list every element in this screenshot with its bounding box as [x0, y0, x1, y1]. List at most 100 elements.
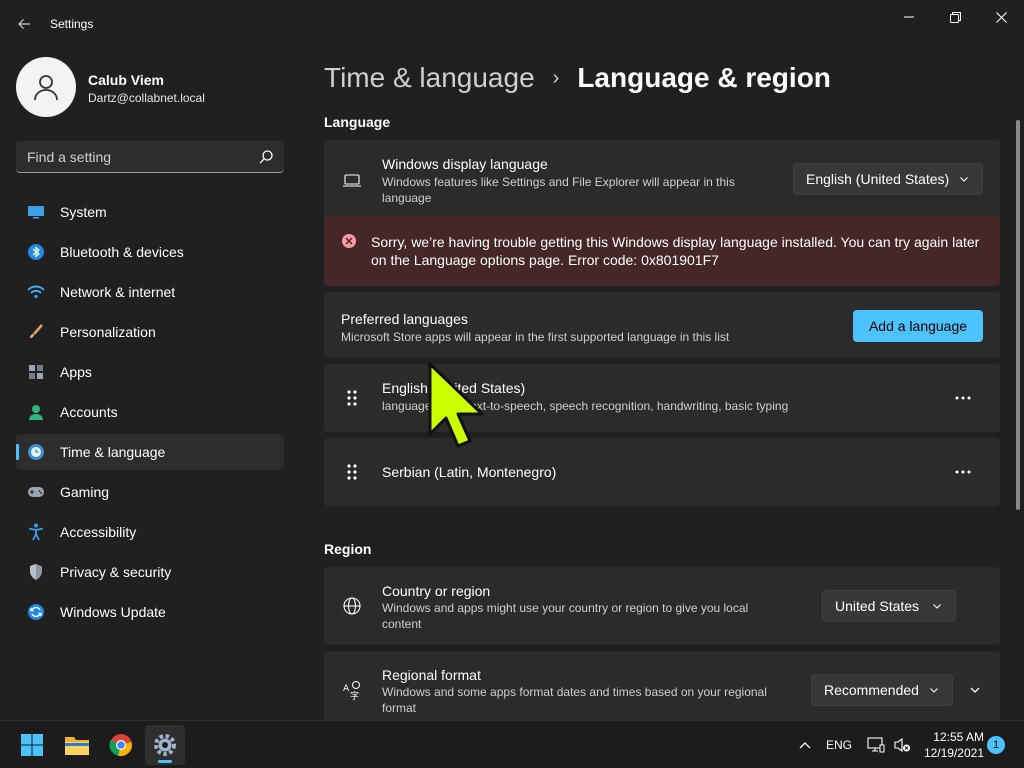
sidebar-item-label: Privacy & security: [60, 564, 172, 580]
back-button[interactable]: [10, 10, 38, 38]
close-button[interactable]: [978, 4, 1024, 30]
time-language-icon: [26, 442, 46, 462]
more-options-button[interactable]: [948, 383, 978, 413]
breadcrumb-parent[interactable]: Time & language: [324, 62, 535, 94]
bluetooth-icon: [26, 242, 46, 262]
sidebar-item-label: System: [60, 204, 107, 220]
regional-format-dropdown[interactable]: Recommended: [811, 674, 953, 706]
display-language-card: Windows display language Windows feature…: [324, 140, 1000, 216]
drag-handle-icon[interactable]: [344, 388, 360, 408]
preferred-languages-card: Preferred languages Microsoft Store apps…: [324, 292, 1000, 358]
user-icon: [34, 75, 58, 101]
input-language-indicator[interactable]: ENG: [824, 735, 854, 755]
sidebar-item-privacy-security[interactable]: Privacy & security: [16, 554, 284, 590]
accessibility-icon: [26, 522, 46, 542]
sidebar-item-label: Apps: [60, 364, 92, 380]
regional-format-value: Recommended: [824, 682, 919, 698]
sidebar-item-label: Network & internet: [60, 284, 176, 300]
region-section-title: Region: [324, 541, 372, 557]
search-box[interactable]: [16, 141, 284, 173]
search-input[interactable]: [16, 141, 246, 172]
sidebar-item-label: Windows Update: [60, 604, 166, 620]
sidebar-item-accessibility[interactable]: Accessibility: [16, 514, 284, 550]
sidebar-item-system[interactable]: System: [16, 194, 284, 230]
country-region-title: Country or region: [382, 583, 491, 599]
sidebar-item-bluetooth-devices[interactable]: Bluetooth & devices: [16, 234, 284, 270]
sidebar-item-label: Personalization: [60, 324, 156, 340]
system-icon: [26, 202, 46, 222]
sidebar-item-windows-update[interactable]: Windows Update: [16, 594, 284, 630]
sidebar-item-network-internet[interactable]: Network & internet: [16, 274, 284, 310]
windows-update-icon: [26, 602, 46, 622]
drag-handle-icon[interactable]: [344, 462, 360, 482]
add-language-button[interactable]: Add a language: [853, 310, 983, 342]
avatar: [16, 57, 76, 117]
shield-icon: [26, 562, 46, 582]
display-language-description: Windows features like Settings and File …: [382, 175, 735, 205]
breadcrumb: Time & language › Language & region: [324, 58, 831, 98]
minimize-button[interactable]: [886, 4, 932, 30]
app-title: Settings: [50, 17, 94, 31]
brush-icon: [26, 322, 46, 342]
display-language-title: Windows display language: [382, 156, 548, 172]
sidebar-item-label: Gaming: [60, 484, 110, 500]
country-region-card: Country or region Windows and apps might…: [324, 567, 1000, 645]
more-icon: [955, 470, 971, 474]
error-icon: [342, 234, 356, 248]
clock-date: 12/19/2021: [923, 746, 984, 760]
chevron-down-icon: [960, 177, 968, 182]
back-arrow-icon: [18, 19, 30, 29]
apps-icon: [26, 362, 46, 382]
profile-email: Dartz@collabnet.local: [88, 91, 205, 105]
language-section-title: Language: [324, 114, 391, 130]
sidebar-item-gaming[interactable]: Gaming: [16, 474, 284, 510]
user-profile[interactable]: Calub Viem Dartz@collabnet.local: [16, 56, 296, 118]
sidebar-item-accounts[interactable]: Accounts: [16, 394, 284, 430]
sidebar-item-label: Accessibility: [60, 524, 137, 540]
mouse-cursor-icon: [428, 362, 484, 448]
show-hidden-icons-button[interactable]: [796, 735, 814, 755]
volume-muted-icon[interactable]: [892, 735, 912, 755]
taskbar-clock[interactable]: 12:55 AM 12/19/2021: [922, 729, 984, 761]
country-region-dropdown[interactable]: United States: [822, 590, 956, 622]
sidebar-item-label: Time & language: [60, 444, 166, 460]
regional-format-title: Regional format: [382, 667, 481, 683]
globe-icon: [342, 596, 362, 616]
error-message: Sorry, we’re having trouble getting this…: [371, 234, 980, 268]
chevron-down-icon: [970, 687, 980, 693]
settings-taskbar-button[interactable]: [145, 725, 185, 765]
more-icon: [955, 396, 971, 400]
accounts-icon: [26, 402, 46, 422]
sidebar-item-personalization[interactable]: Personalization: [16, 314, 284, 350]
expand-button[interactable]: [960, 675, 990, 705]
chrome-button[interactable]: [101, 725, 141, 765]
restore-button[interactable]: [932, 4, 978, 30]
chevron-up-icon: [799, 742, 811, 749]
svg-text:字: 字: [350, 690, 359, 700]
display-language-value: English (United States): [806, 171, 950, 187]
profile-name: Calub Viem: [88, 72, 164, 88]
chevron-down-icon: [933, 604, 941, 609]
language-name: Serbian (Latin, Montenegro): [382, 464, 557, 480]
notification-badge[interactable]: 1: [987, 736, 1005, 754]
display-language-dropdown[interactable]: English (United States): [793, 163, 983, 195]
search-icon[interactable]: [258, 149, 274, 165]
chevron-down-icon: [930, 688, 938, 693]
regional-format-icon: A字: [342, 680, 362, 700]
close-icon: [995, 11, 1007, 23]
more-options-button[interactable]: [948, 457, 978, 487]
regional-format-card: A字 Regional format Windows and some apps…: [324, 651, 1000, 720]
network-status-icon[interactable]: [866, 735, 886, 755]
taskbar: ENG 12:55 AM 12/19/2021 1: [0, 720, 1024, 768]
sidebar-item-label: Bluetooth & devices: [60, 244, 184, 260]
sidebar-item-apps[interactable]: Apps: [16, 354, 284, 390]
chrome-icon: [109, 734, 132, 756]
error-message-bar: Sorry, we’re having trouble getting this…: [324, 216, 1000, 286]
sidebar-item-time-language[interactable]: Time & language: [16, 434, 284, 470]
clock-time: 12:55 AM: [933, 730, 984, 744]
sidebar-nav: System Bluetooth & devices Network & int…: [16, 194, 284, 634]
file-explorer-button[interactable]: [57, 725, 97, 765]
breadcrumb-separator: ›: [552, 66, 560, 89]
start-button[interactable]: [12, 725, 52, 765]
scrollbar[interactable]: [1016, 120, 1020, 510]
